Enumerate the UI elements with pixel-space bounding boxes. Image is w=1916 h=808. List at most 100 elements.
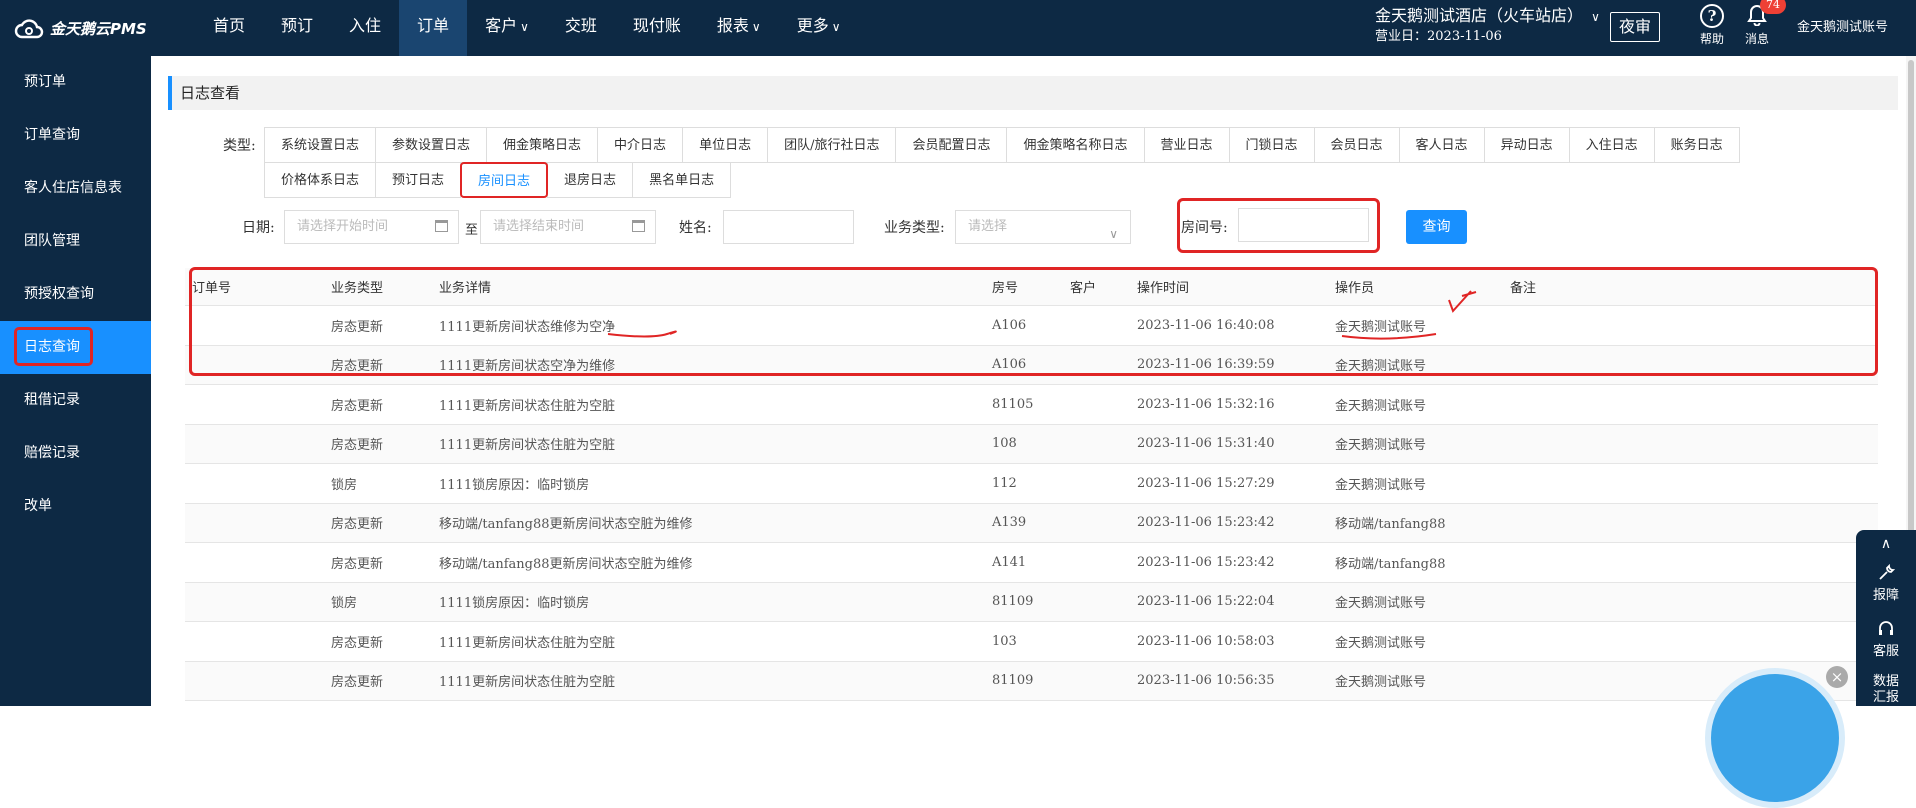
table-row[interactable]: 锁房 1111锁房原因：临时锁房 81109 2023-11-06 15:22:04 金… bbox=[185, 582, 1878, 622]
cell-operator: 金天鹅测试账号 bbox=[1335, 635, 1427, 651]
sidebar-item-4[interactable]: 预授权查询 bbox=[0, 268, 151, 321]
cell-operator: 移动端/tanfang88 bbox=[1335, 556, 1446, 572]
sidebar-item-label: 客人住店信息表 bbox=[24, 180, 122, 196]
tab-tabs_row1-5[interactable]: 团队/旅行社日志 bbox=[767, 127, 897, 163]
tab-tabs_row1-6[interactable]: 会员配置日志 bbox=[895, 127, 1008, 163]
nav-label: 预订 bbox=[281, 16, 314, 35]
tab-tabs_row1-13[interactable]: 入住日志 bbox=[1568, 127, 1655, 163]
sidebar-item-8[interactable]: 改单 bbox=[0, 480, 151, 533]
sidebar: 预订单 订单查询客人住店信息表 团队管理预授权查询 日志查询 租借记录 赔偿记录 改单 bbox=[0, 56, 151, 706]
collapse-button[interactable]: ∧ bbox=[1856, 530, 1916, 556]
cell-detail: 1111更新房间状态空净为维修 bbox=[439, 359, 616, 375]
close-icon[interactable]: × bbox=[1826, 666, 1848, 688]
tab-tabs_row1-12[interactable]: 异动日志 bbox=[1483, 127, 1570, 163]
end-date-placeholder: 请选择结束时间 bbox=[493, 219, 585, 234]
nav-item-8[interactable]: 更多 ∨ bbox=[779, 0, 859, 56]
column-header: 业务类型 bbox=[331, 281, 384, 296]
column-header: 操作时间 bbox=[1137, 281, 1190, 296]
tab-tabs_row1-7[interactable]: 佣金策略名称日志 bbox=[1006, 127, 1145, 163]
table-row[interactable]: 房态更新 1111更新房间状态住脏为空脏 81105 2023-11-06 15:32… bbox=[185, 385, 1878, 425]
cell-detail: 1111锁房原因：临时锁房 bbox=[439, 477, 590, 493]
nav-item-7[interactable]: 报表 ∨ bbox=[699, 0, 779, 56]
tab-tabs_row2-2[interactable]: 房间日志 bbox=[460, 162, 549, 198]
sidebar-item-6[interactable]: 租借记录 bbox=[0, 374, 151, 427]
main-content: 日志查看 类型: 系统设置日志 参数设置日志 佣金策略日志 中介日志 单位日志 团队/旅行… bbox=[151, 56, 1916, 706]
tab-tabs_row1-1[interactable]: 参数设置日志 bbox=[375, 127, 488, 163]
column-header: 订单号 bbox=[192, 281, 232, 296]
biz-type-select[interactable]: 请选择 ∨ bbox=[955, 210, 1131, 244]
cell-room: A106 bbox=[992, 317, 1027, 333]
chat-bubble[interactable] bbox=[1705, 668, 1845, 808]
tab-tabs_row1-9[interactable]: 门锁日志 bbox=[1228, 127, 1315, 163]
sidebar-item-7[interactable]: 赔偿记录 bbox=[0, 427, 151, 480]
page-title: 日志查看 bbox=[168, 76, 1898, 110]
customer-service-button[interactable]: 客服 bbox=[1856, 612, 1916, 668]
cell-room: 108 bbox=[992, 436, 1017, 452]
table-row[interactable]: 房态更新 1111更新房间状态维修为空净 A106 2023-11-06 16:40:… bbox=[185, 306, 1878, 346]
tab-tabs_row2-4[interactable]: 黑名单日志 bbox=[632, 162, 732, 198]
tab-tabs_row1-11[interactable]: 客人日志 bbox=[1398, 127, 1485, 163]
hotel-switcher[interactable]: 金天鹅测试酒店（火车站店） ∨ 营业日：2023-11-06 bbox=[1375, 6, 1600, 47]
tab-tabs_row1-0[interactable]: 系统设置日志 bbox=[264, 127, 377, 163]
query-button[interactable]: 查询 bbox=[1406, 210, 1467, 244]
column-header: 业务详情 bbox=[439, 281, 492, 296]
table-row[interactable]: 房态更新 1111更新房间状态住脏为空脏 108 2023-11-06 15:31:4… bbox=[185, 424, 1878, 464]
chevron-up-icon: ∧ bbox=[1880, 536, 1892, 552]
cell-operator: 金天鹅测试账号 bbox=[1335, 596, 1427, 612]
sidebar-item-2[interactable]: 客人住店信息表 bbox=[0, 162, 151, 215]
nav-item-6[interactable]: 现付账 bbox=[615, 0, 699, 56]
nav-item-0[interactable]: 首页 bbox=[195, 0, 263, 56]
tab-tabs_row1-3[interactable]: 中介日志 bbox=[597, 127, 684, 163]
app-logo[interactable]: 金天鹅云PMS bbox=[14, 15, 147, 41]
sidebar-item-5[interactable]: 日志查询 bbox=[0, 321, 151, 374]
nav-item-5[interactable]: 交班 bbox=[547, 0, 615, 56]
nav-item-1[interactable]: 预订 bbox=[263, 0, 331, 56]
nav-item-4[interactable]: 客户 ∨ bbox=[467, 0, 547, 56]
tab-tabs_row1-2[interactable]: 佣金策略日志 bbox=[486, 127, 599, 163]
cell-operator: 金天鹅测试账号 bbox=[1335, 477, 1427, 493]
table-row[interactable]: 房态更新 1111更新房间状态住脏为空脏 103 2023-11-06 10:58:0… bbox=[185, 622, 1878, 662]
tab-tabs_row1-4[interactable]: 单位日志 bbox=[682, 127, 769, 163]
cell-room: A141 bbox=[992, 554, 1027, 570]
report-issue-button[interactable]: 报障 bbox=[1856, 556, 1916, 612]
nav-item-3[interactable]: 订单 bbox=[399, 0, 468, 56]
end-date-input[interactable]: 请选择结束时间 bbox=[480, 210, 656, 244]
help-icon: ? bbox=[1700, 4, 1724, 28]
name-input[interactable] bbox=[723, 210, 854, 244]
nav-label: 入住 bbox=[349, 16, 382, 35]
column-header: 操作员 bbox=[1335, 281, 1375, 296]
tab-tabs_row1-14[interactable]: 账务日志 bbox=[1653, 127, 1740, 163]
floating-service-panel: ∧ 报障 客服 数据汇报 bbox=[1856, 530, 1916, 706]
data-report-button[interactable]: 数据汇报 bbox=[1856, 668, 1916, 724]
column-header: 房号 bbox=[992, 281, 1019, 296]
table-row[interactable]: 房态更新 1111更新房间状态空净为维修 A106 2023-11-06 16:39:… bbox=[185, 345, 1878, 385]
date-label: 日期: bbox=[242, 220, 275, 236]
sidebar-item-1[interactable]: 订单查询 bbox=[0, 109, 151, 162]
table-row[interactable]: 房态更新 移动端/tanfang88更新房间状态空脏为维修 A141 2023-11-… bbox=[185, 543, 1878, 583]
table-row[interactable]: 房态更新 1111更新房间状态住脏为空脏 81109 2023-11-06 10:56… bbox=[185, 661, 1878, 701]
logo-text: 金天鹅云PMS bbox=[50, 19, 147, 38]
nav-label: 订单 bbox=[417, 16, 450, 35]
start-date-input[interactable]: 请选择开始时间 bbox=[284, 210, 459, 244]
float-label: 报障 bbox=[1872, 588, 1899, 603]
sidebar-item-3[interactable]: 团队管理 bbox=[0, 215, 151, 268]
table-row[interactable]: 锁房 1111锁房原因：临时锁房 112 2023-11-06 15:27:29 金天鹅… bbox=[185, 464, 1878, 504]
tab-tabs_row2-3[interactable]: 退房日志 bbox=[547, 162, 634, 198]
tab-tabs_row2-0[interactable]: 价格体系日志 bbox=[264, 162, 377, 198]
cell-operator: 金天鹅测试账号 bbox=[1335, 398, 1427, 414]
night-audit-button[interactable]: 夜审 bbox=[1610, 12, 1660, 42]
sidebar-item-0[interactable]: 预订单 bbox=[0, 56, 151, 109]
tab-tabs_row2-1[interactable]: 预订日志 bbox=[375, 162, 462, 198]
account-menu[interactable]: 金天鹅测试账号 bbox=[1797, 16, 1888, 35]
tab-tabs_row1-8[interactable]: 营业日志 bbox=[1143, 127, 1230, 163]
nav-item-2[interactable]: 入住 bbox=[331, 0, 399, 56]
chevron-down-icon: ∨ bbox=[831, 20, 841, 34]
message-button[interactable]: 74 消息 bbox=[1742, 0, 1786, 47]
help-button[interactable]: ? 帮助 bbox=[1697, 4, 1727, 47]
column-header: 客户 bbox=[1070, 281, 1097, 296]
sidebar-item-label: 团队管理 bbox=[24, 233, 80, 249]
table-row[interactable]: 房态更新 移动端/tanfang88更新房间状态空脏为维修 A139 2023-11-… bbox=[185, 503, 1878, 543]
room-input[interactable] bbox=[1238, 208, 1369, 242]
tab-tabs_row1-10[interactable]: 会员日志 bbox=[1313, 127, 1400, 163]
type-tabs-row-1: 系统设置日志 参数设置日志 佣金策略日志 中介日志 单位日志 团队/旅行社日志 会员配置日志… bbox=[264, 127, 1740, 163]
